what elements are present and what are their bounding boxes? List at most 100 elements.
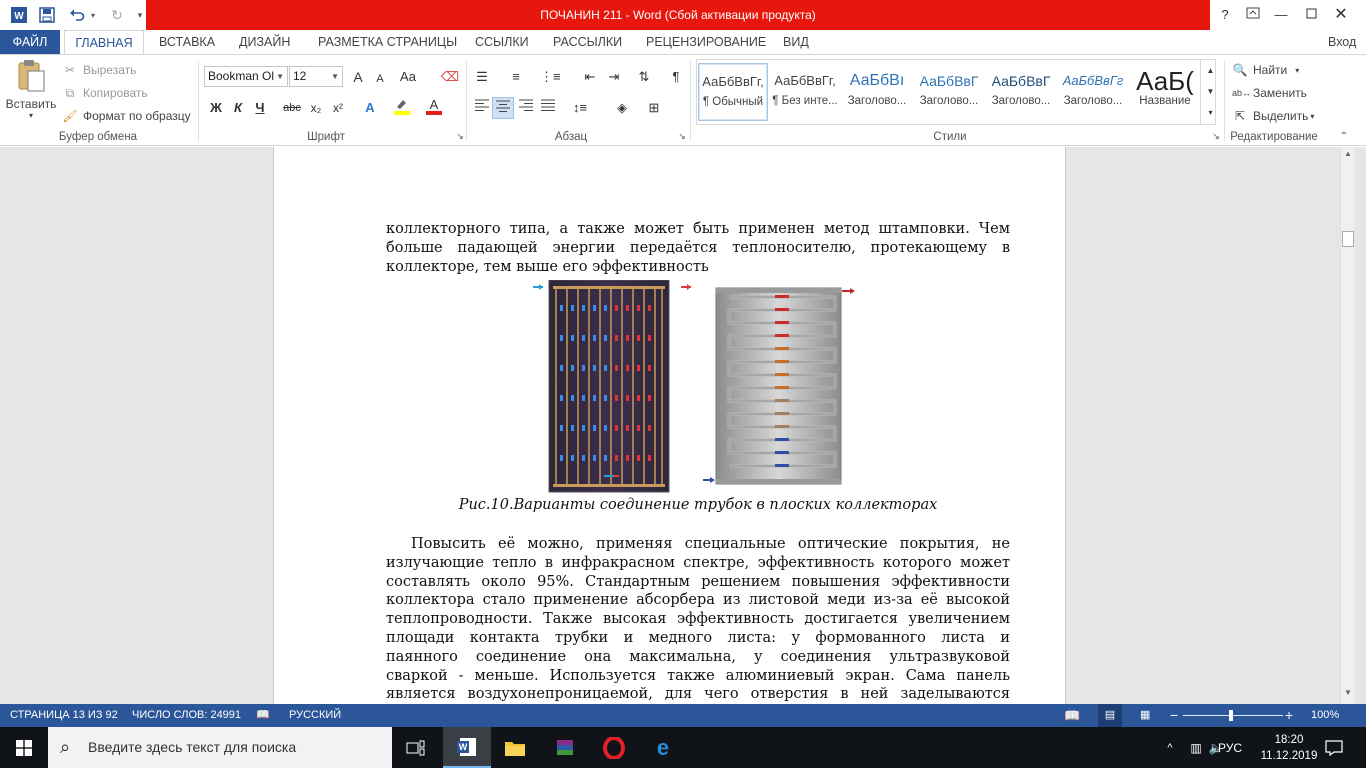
shrink-font-button[interactable]: A <box>370 68 390 90</box>
tab-references[interactable]: ССЫЛКИ <box>475 30 529 54</box>
highlight-color-icon[interactable] <box>392 97 412 119</box>
help-button[interactable]: ? <box>1210 0 1240 30</box>
cut-button[interactable]: ✂ Вырезать <box>62 62 136 78</box>
word-app-icon[interactable]: W <box>8 4 30 26</box>
style-heading-1[interactable]: АаБбВı Заголово... <box>842 63 912 121</box>
zoom-in-button[interactable]: + <box>1285 704 1293 727</box>
zoom-level[interactable]: 100% <box>1311 704 1339 727</box>
taskbar-clock[interactable]: 18:20 11.12.2019 <box>1254 727 1324 768</box>
paragraph-dialog-launcher-icon[interactable]: ↘ <box>676 131 688 142</box>
input-language[interactable]: РУС <box>1216 727 1244 768</box>
subscript-button[interactable]: x₂ <box>306 97 326 119</box>
sign-in-link[interactable]: Вход <box>1328 30 1356 54</box>
replace-button[interactable]: ab↔ Заменить <box>1232 85 1307 101</box>
justify-icon[interactable] <box>538 97 558 119</box>
font-dialog-launcher-icon[interactable]: ↘ <box>454 131 466 142</box>
collector-figure[interactable] <box>529 279 869 495</box>
tab-design[interactable]: ДИЗАЙН <box>239 30 290 54</box>
tab-file[interactable]: ФАЙЛ <box>0 30 60 54</box>
tab-review[interactable]: РЕЦЕНЗИРОВАНИЕ <box>646 30 766 54</box>
font-color-icon[interactable]: A <box>424 97 444 119</box>
undo-icon[interactable] <box>66 4 88 26</box>
show-formatting-icon[interactable]: ¶ <box>666 66 686 88</box>
print-layout-icon[interactable]: ▤ <box>1098 704 1122 727</box>
underline-button[interactable]: Ч <box>250 97 270 119</box>
save-icon[interactable] <box>36 4 58 26</box>
style-normal[interactable]: АаБбВвГг, ¶ Обычный <box>698 63 768 121</box>
task-view-icon[interactable] <box>392 727 440 768</box>
language-indicator[interactable]: РУССКИЙ <box>289 704 341 727</box>
style-title[interactable]: АаБ( Название <box>1130 63 1200 121</box>
windows-start-icon[interactable] <box>0 727 48 768</box>
align-left-icon[interactable] <box>472 97 492 119</box>
change-case-button[interactable]: Aa <box>398 66 418 88</box>
multilevel-list-icon[interactable]: ⋮≡ <box>540 66 561 88</box>
styles-scroll-up-icon[interactable]: ▲ <box>1200 60 1220 82</box>
scroll-thumb[interactable] <box>1342 231 1354 247</box>
decrease-indent-icon[interactable]: ⇤ <box>580 66 600 88</box>
copy-button[interactable]: ⧉ Копировать <box>62 85 148 101</box>
sort-icon[interactable]: ⇅ <box>634 66 654 88</box>
tab-layout[interactable]: РАЗМЕТКА СТРАНИЦЫ <box>318 30 457 54</box>
style-heading-4[interactable]: АаБбВвГг Заголово... <box>1058 63 1128 121</box>
increase-indent-icon[interactable]: ⇥ <box>604 66 624 88</box>
style-heading-2[interactable]: АаБбВвГ Заголово... <box>914 63 984 121</box>
paste-button[interactable]: Вставить ▾ <box>6 59 56 129</box>
text-effects-icon[interactable]: A <box>360 97 380 119</box>
format-painter-button[interactable]: 🖌 Формат по образцу <box>62 108 190 124</box>
tab-view[interactable]: ВИД <box>783 30 809 54</box>
restore-button[interactable] <box>1296 0 1326 30</box>
proofing-icon[interactable]: 📖 <box>256 704 270 727</box>
italic-button[interactable]: К <box>228 97 248 119</box>
bold-button[interactable]: Ж <box>206 97 226 119</box>
grow-font-button[interactable]: A <box>348 66 368 88</box>
document-page[interactable]: коллекторного типа, а также может быть п… <box>273 147 1066 704</box>
scroll-down-icon[interactable]: ▼ <box>1343 688 1353 700</box>
edge-icon[interactable]: e <box>639 727 687 768</box>
vertical-scrollbar[interactable]: ▲ ▼ <box>1340 147 1354 704</box>
undo-dropdown-icon[interactable]: ▾ <box>88 4 98 26</box>
clear-formatting-icon[interactable]: ⌫ <box>440 66 460 88</box>
tab-home[interactable]: ГЛАВНАЯ <box>64 30 144 54</box>
redo-icon[interactable]: ↻ <box>106 4 128 26</box>
style-no-spacing[interactable]: АаБбВвГг, ¶ Без инте... <box>770 63 840 121</box>
taskbar-search-input[interactable]: ⌕ Введите здесь текст для поиска <box>48 727 392 768</box>
styles-more-icon[interactable]: ▾ <box>1200 102 1220 124</box>
read-mode-icon[interactable]: 📖 <box>1064 704 1080 727</box>
page-count[interactable]: СТРАНИЦА 13 ИЗ 92 <box>10 704 118 727</box>
bullets-icon[interactable]: ☰ <box>472 66 492 88</box>
line-spacing-icon[interactable]: ↕≡ <box>570 97 590 119</box>
opera-icon[interactable] <box>590 727 638 768</box>
winrar-icon[interactable] <box>541 727 589 768</box>
ribbon-display-options-icon[interactable] <box>1238 0 1268 30</box>
notifications-icon[interactable] <box>1322 727 1346 768</box>
find-button[interactable]: 🔍 Найти ▾ <box>1232 62 1300 78</box>
zoom-out-button[interactable]: − <box>1170 704 1178 727</box>
scroll-up-icon[interactable]: ▲ <box>1343 149 1353 161</box>
select-button[interactable]: ⇱ Выделить ▾ <box>1232 108 1314 124</box>
align-right-icon[interactable] <box>516 97 536 119</box>
numbering-icon[interactable]: ≡ <box>506 66 526 88</box>
word-count[interactable]: ЧИСЛО СЛОВ: 24991 <box>132 704 241 727</box>
font-size-combo[interactable]: 12 ▼ <box>289 66 343 87</box>
font-name-combo[interactable]: Bookman Ol ▼ <box>204 66 288 87</box>
minimize-button[interactable]: — <box>1266 0 1296 30</box>
strikethrough-button[interactable]: abc <box>282 97 302 119</box>
styles-scroll-down-icon[interactable]: ▼ <box>1200 81 1220 103</box>
web-layout-icon[interactable]: ▦ <box>1140 704 1150 727</box>
tab-mailings[interactable]: РАССЫЛКИ <box>553 30 622 54</box>
borders-icon[interactable]: ⊞ <box>644 97 664 119</box>
zoom-slider-thumb[interactable] <box>1229 710 1233 721</box>
superscript-button[interactable]: x² <box>328 97 348 119</box>
close-button[interactable]: ✕ <box>1326 0 1356 30</box>
styles-dialog-launcher-icon[interactable]: ↘ <box>1210 131 1222 142</box>
style-heading-3[interactable]: АаБбВвГ Заголово... <box>986 63 1056 121</box>
file-explorer-icon[interactable] <box>491 727 539 768</box>
taskbar-word-icon[interactable]: W <box>443 727 491 768</box>
customize-qat-icon[interactable]: ▾ <box>134 4 146 26</box>
shading-icon[interactable]: ◈ <box>612 97 632 119</box>
show-hidden-icons-icon[interactable]: ^ <box>1162 727 1178 768</box>
align-center-icon[interactable] <box>492 97 514 119</box>
network-icon[interactable]: ▥ <box>1186 727 1206 768</box>
collapse-ribbon-icon[interactable]: ⌃ <box>1336 131 1352 142</box>
